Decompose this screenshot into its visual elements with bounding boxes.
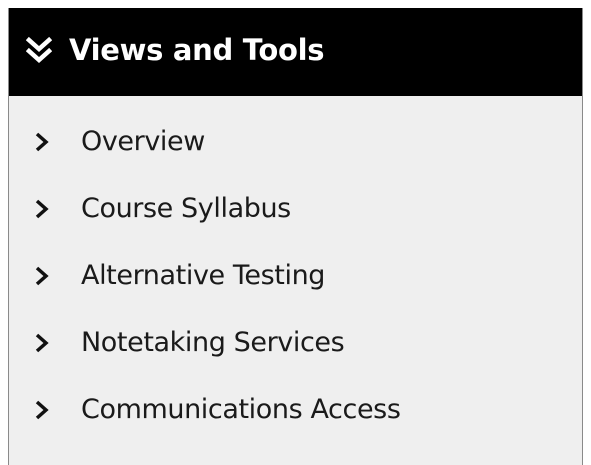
tools-menu: Overview Course Syllabus Alternative Tes… <box>9 108 582 443</box>
menu-item-label[interactable]: Communications Access <box>81 394 401 425</box>
chevron-right-icon <box>35 266 49 285</box>
panel-title: Views and Tools <box>69 33 325 67</box>
chevron-right-icon <box>35 333 49 352</box>
chevron-right-icon <box>35 400 49 419</box>
chevron-right-icon <box>35 199 49 218</box>
menu-item-label[interactable]: Overview <box>81 126 205 157</box>
menu-item-label[interactable]: Notetaking Services <box>81 327 345 358</box>
menu-item-overview[interactable]: Overview <box>9 108 582 175</box>
views-and-tools-panel: Views and Tools Overview Course Syllabus… <box>8 8 583 465</box>
panel-header[interactable]: Views and Tools <box>9 8 582 96</box>
double-chevron-down-icon[interactable] <box>26 36 52 66</box>
chevron-right-icon <box>35 132 49 151</box>
menu-item-label[interactable]: Alternative Testing <box>81 260 325 291</box>
menu-item-communications-access[interactable]: Communications Access <box>9 376 582 443</box>
menu-item-label[interactable]: Course Syllabus <box>81 193 291 224</box>
menu-item-notetaking-services[interactable]: Notetaking Services <box>9 309 582 376</box>
menu-item-course-syllabus[interactable]: Course Syllabus <box>9 175 582 242</box>
menu-item-alternative-testing[interactable]: Alternative Testing <box>9 242 582 309</box>
